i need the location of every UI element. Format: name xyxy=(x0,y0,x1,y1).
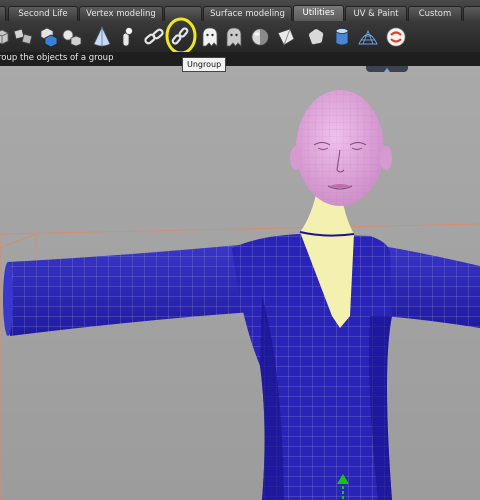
polygon-icon[interactable] xyxy=(304,24,328,49)
tab-uv-paint[interactable]: UV & Paint xyxy=(345,6,407,21)
status-text: roup the objects of a group xyxy=(0,53,114,63)
knob-icon[interactable] xyxy=(114,24,138,49)
tab-surface-modeling[interactable]: Surface modeling xyxy=(203,6,292,21)
sync-icon[interactable] xyxy=(384,24,408,49)
panel-drag-handle[interactable] xyxy=(366,66,408,72)
cylinder-icon[interactable] xyxy=(330,24,354,49)
tab-overflow[interactable] xyxy=(0,6,6,21)
ghost-icon[interactable] xyxy=(198,24,222,49)
tab-extra[interactable] xyxy=(463,6,480,21)
3d-viewport[interactable] xyxy=(0,66,480,500)
tab-utilities[interactable]: Utilities xyxy=(293,5,344,21)
wireframe-icon[interactable] xyxy=(356,24,380,49)
tooltip: Ungroup xyxy=(182,57,227,72)
stacked-cubes-icon[interactable] xyxy=(36,24,60,49)
arrow-shape-icon[interactable] xyxy=(274,24,298,49)
cone-icon[interactable] xyxy=(90,24,114,49)
sphere-cube-icon[interactable] xyxy=(60,24,84,49)
scene-render xyxy=(0,90,480,500)
tab-vertex-modeling[interactable]: Vertex modeling xyxy=(79,6,163,21)
tab-second-life[interactable]: Second Life xyxy=(8,6,78,21)
toolbar xyxy=(0,21,480,52)
app-window: Second Life Vertex modeling Surface mode… xyxy=(0,0,480,500)
right-ear xyxy=(380,146,392,170)
status-bar: roup the objects of a group xyxy=(0,52,480,66)
tab-bar: Second Life Vertex modeling Surface mode… xyxy=(0,0,480,22)
left-ear xyxy=(290,146,302,170)
sphere-shaded-icon[interactable] xyxy=(248,24,272,49)
ghost-hidden-icon[interactable] xyxy=(222,24,246,49)
tab-custom[interactable]: Custom xyxy=(408,6,462,21)
copy-cubes-icon[interactable] xyxy=(12,24,36,49)
